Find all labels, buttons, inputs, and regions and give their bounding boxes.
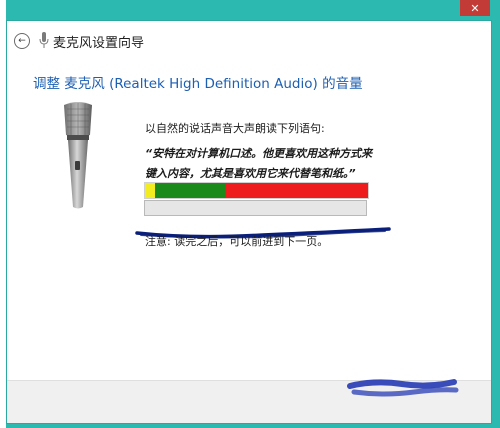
- hand-drawn-scribble: [347, 379, 459, 397]
- level-segment-low: [145, 183, 155, 198]
- microphone-setup-dialog: ← 麦克风设置向导 调整 麦克风 (Realtek High Definitio…: [6, 20, 492, 424]
- reading-progress-bar: [144, 200, 367, 216]
- level-segment-loud: [226, 183, 368, 198]
- instruction-text: 以自然的说话声音大声朗读下列语句:: [145, 122, 325, 135]
- window-title: 麦克风设置向导: [53, 36, 145, 51]
- microphone-illustration-icon: [64, 102, 92, 209]
- reading-sentence: “安特在对计算机口述。他更喜欢用这种方式来键入内容，尤其是喜欢用它来代替笔和纸。…: [145, 147, 373, 180]
- close-button[interactable]: ✕: [460, 0, 490, 16]
- back-button[interactable]: ←: [14, 33, 30, 49]
- title-bar: ← 麦克风设置向导: [7, 21, 491, 61]
- level-segment-good: [155, 183, 226, 198]
- microphone-icon: [39, 32, 49, 48]
- volume-level-meter: [144, 182, 369, 199]
- note-text: 注意: 读完之后，可以前进到下一页。: [145, 235, 329, 248]
- page-heading: 调整 麦克风 (Realtek High Definition Audio) 的…: [33, 76, 363, 92]
- close-icon: ✕: [470, 1, 480, 15]
- back-arrow-icon: ←: [18, 36, 26, 46]
